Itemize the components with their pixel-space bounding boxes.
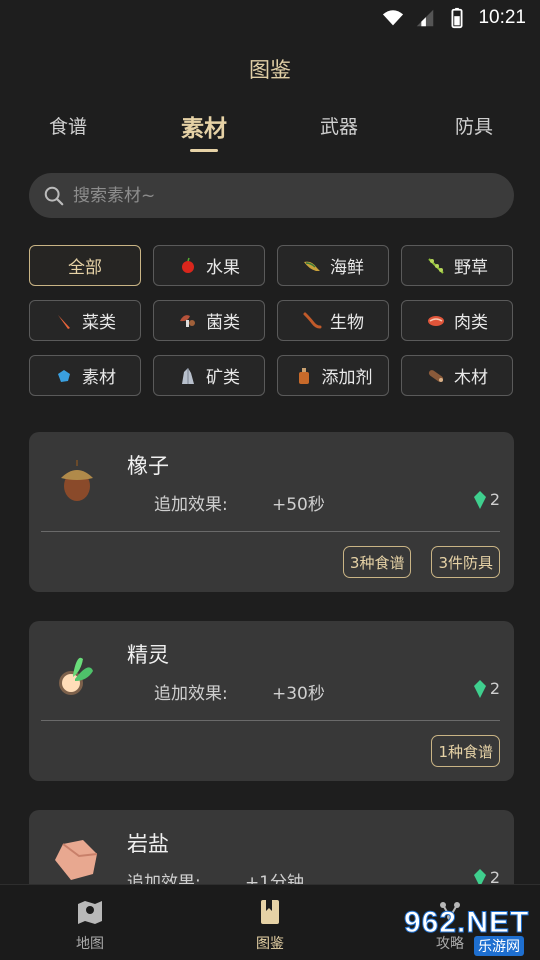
wifi-icon: [383, 10, 404, 26]
fish-icon: [304, 261, 320, 271]
carrot-icon: [58, 314, 70, 329]
filter-label: 素材: [82, 368, 116, 388]
acorn-icon: [61, 460, 93, 501]
filter-label: 野草: [454, 258, 488, 278]
fairy-icon: [59, 657, 93, 695]
material-card[interactable]: 橡子 追加效果: +50秒 2 3种食谱 3件防具: [29, 432, 514, 592]
armor-tag[interactable]: 3件防具: [431, 546, 500, 578]
material-name: 精灵: [127, 643, 169, 667]
card-divider: [41, 531, 500, 532]
effect-label: 追加效果:: [154, 684, 228, 704]
search-icon: [44, 186, 64, 205]
tab-weapons[interactable]: 武器: [320, 112, 358, 139]
active-tab-indicator: [190, 149, 218, 152]
tab-armor[interactable]: 防具: [455, 112, 493, 139]
filter-label: 菜类: [82, 313, 116, 333]
bottle-icon: [298, 367, 309, 384]
search-input[interactable]: [73, 185, 473, 206]
filter-label: 海鲜: [330, 258, 364, 278]
filter-label: 矿类: [206, 368, 240, 388]
filter-ores[interactable]: 矿类: [153, 355, 265, 396]
filter-label: 木材: [454, 368, 488, 388]
filter-herbs[interactable]: 野草: [401, 245, 513, 286]
signal-icon: [417, 9, 434, 27]
filter-fruit[interactable]: 水果: [153, 245, 265, 286]
tab-recipes[interactable]: 食谱: [49, 112, 87, 139]
book-icon: [261, 900, 279, 924]
meat-icon: [428, 315, 444, 326]
card-tags: 3种食谱 3件防具: [342, 546, 500, 578]
lizard-icon: [303, 312, 322, 328]
tab-materials[interactable]: 素材: [181, 109, 227, 152]
herb-icon: [428, 257, 444, 274]
gem-icon: [473, 490, 486, 509]
filter-label: 菌类: [206, 313, 240, 333]
gem-count-value: 2: [489, 490, 500, 509]
gem-count: 2: [473, 490, 500, 509]
gem-icon: [473, 679, 486, 698]
nav-encyclopedia[interactable]: 图鉴: [230, 893, 310, 953]
filter-label: 添加剂: [321, 368, 373, 388]
watermark-logo-text: 962.NET: [404, 906, 530, 940]
filter-label: 水果: [206, 258, 240, 278]
effect-value: +50秒: [272, 495, 325, 515]
clock: 10:21: [478, 7, 526, 28]
card-divider: [41, 720, 500, 721]
filter-seafood[interactable]: 海鲜: [277, 245, 389, 286]
status-bar: 10:21: [0, 0, 540, 36]
ore-icon: [182, 367, 194, 384]
map-icon: [78, 901, 102, 924]
filter-all[interactable]: 全部: [29, 245, 141, 286]
recipes-tag[interactable]: 3种食谱: [342, 546, 412, 578]
material-card[interactable]: 精灵 追加效果: +30秒 2 1种食谱: [29, 621, 514, 781]
site-watermark: 962.NET 乐游网: [404, 906, 534, 956]
mushroom-icon: [180, 314, 195, 327]
rock-salt-icon: [55, 840, 98, 880]
filter-label: 肉类: [454, 313, 488, 333]
gem-count: 2: [473, 679, 500, 698]
nav-label: 图鉴: [256, 936, 284, 952]
category-tabs: 食谱 素材 武器 防具: [0, 112, 540, 162]
tab-materials-label: 素材: [181, 116, 227, 142]
card-tags: 1种食谱: [431, 735, 500, 767]
filter-label: 全部: [68, 258, 102, 278]
wood-icon: [428, 369, 444, 382]
gem-count-value: 2: [489, 679, 500, 698]
filter-additives[interactable]: 添加剂: [277, 355, 389, 396]
nav-map[interactable]: 地图: [50, 893, 130, 953]
filter-vegetables[interactable]: 菜类: [29, 300, 141, 341]
search-bar[interactable]: [29, 173, 514, 218]
filter-chips: 全部 水果 海鲜 野草 菜类 菌类 生物 肉类 素材 矿类 添加剂 木材: [29, 245, 515, 396]
filter-mushrooms[interactable]: 菌类: [153, 300, 265, 341]
watermark-subtitle: 乐游网: [474, 936, 524, 956]
material-name: 岩盐: [127, 832, 169, 856]
nav-label: 地图: [76, 936, 104, 952]
filter-materials[interactable]: 素材: [29, 355, 141, 396]
apple-icon: [182, 257, 194, 273]
crystal-icon: [58, 369, 70, 382]
filter-creatures[interactable]: 生物: [277, 300, 389, 341]
material-name: 橡子: [127, 454, 169, 478]
filter-label: 生物: [330, 313, 364, 333]
filter-meat[interactable]: 肉类: [401, 300, 513, 341]
recipes-tag[interactable]: 1种食谱: [431, 735, 500, 767]
effect-value: +30秒: [272, 684, 325, 704]
page-title: 图鉴: [249, 58, 291, 82]
filter-wood[interactable]: 木材: [401, 355, 513, 396]
effect-label: 追加效果:: [154, 495, 228, 515]
battery-icon: [451, 7, 463, 29]
